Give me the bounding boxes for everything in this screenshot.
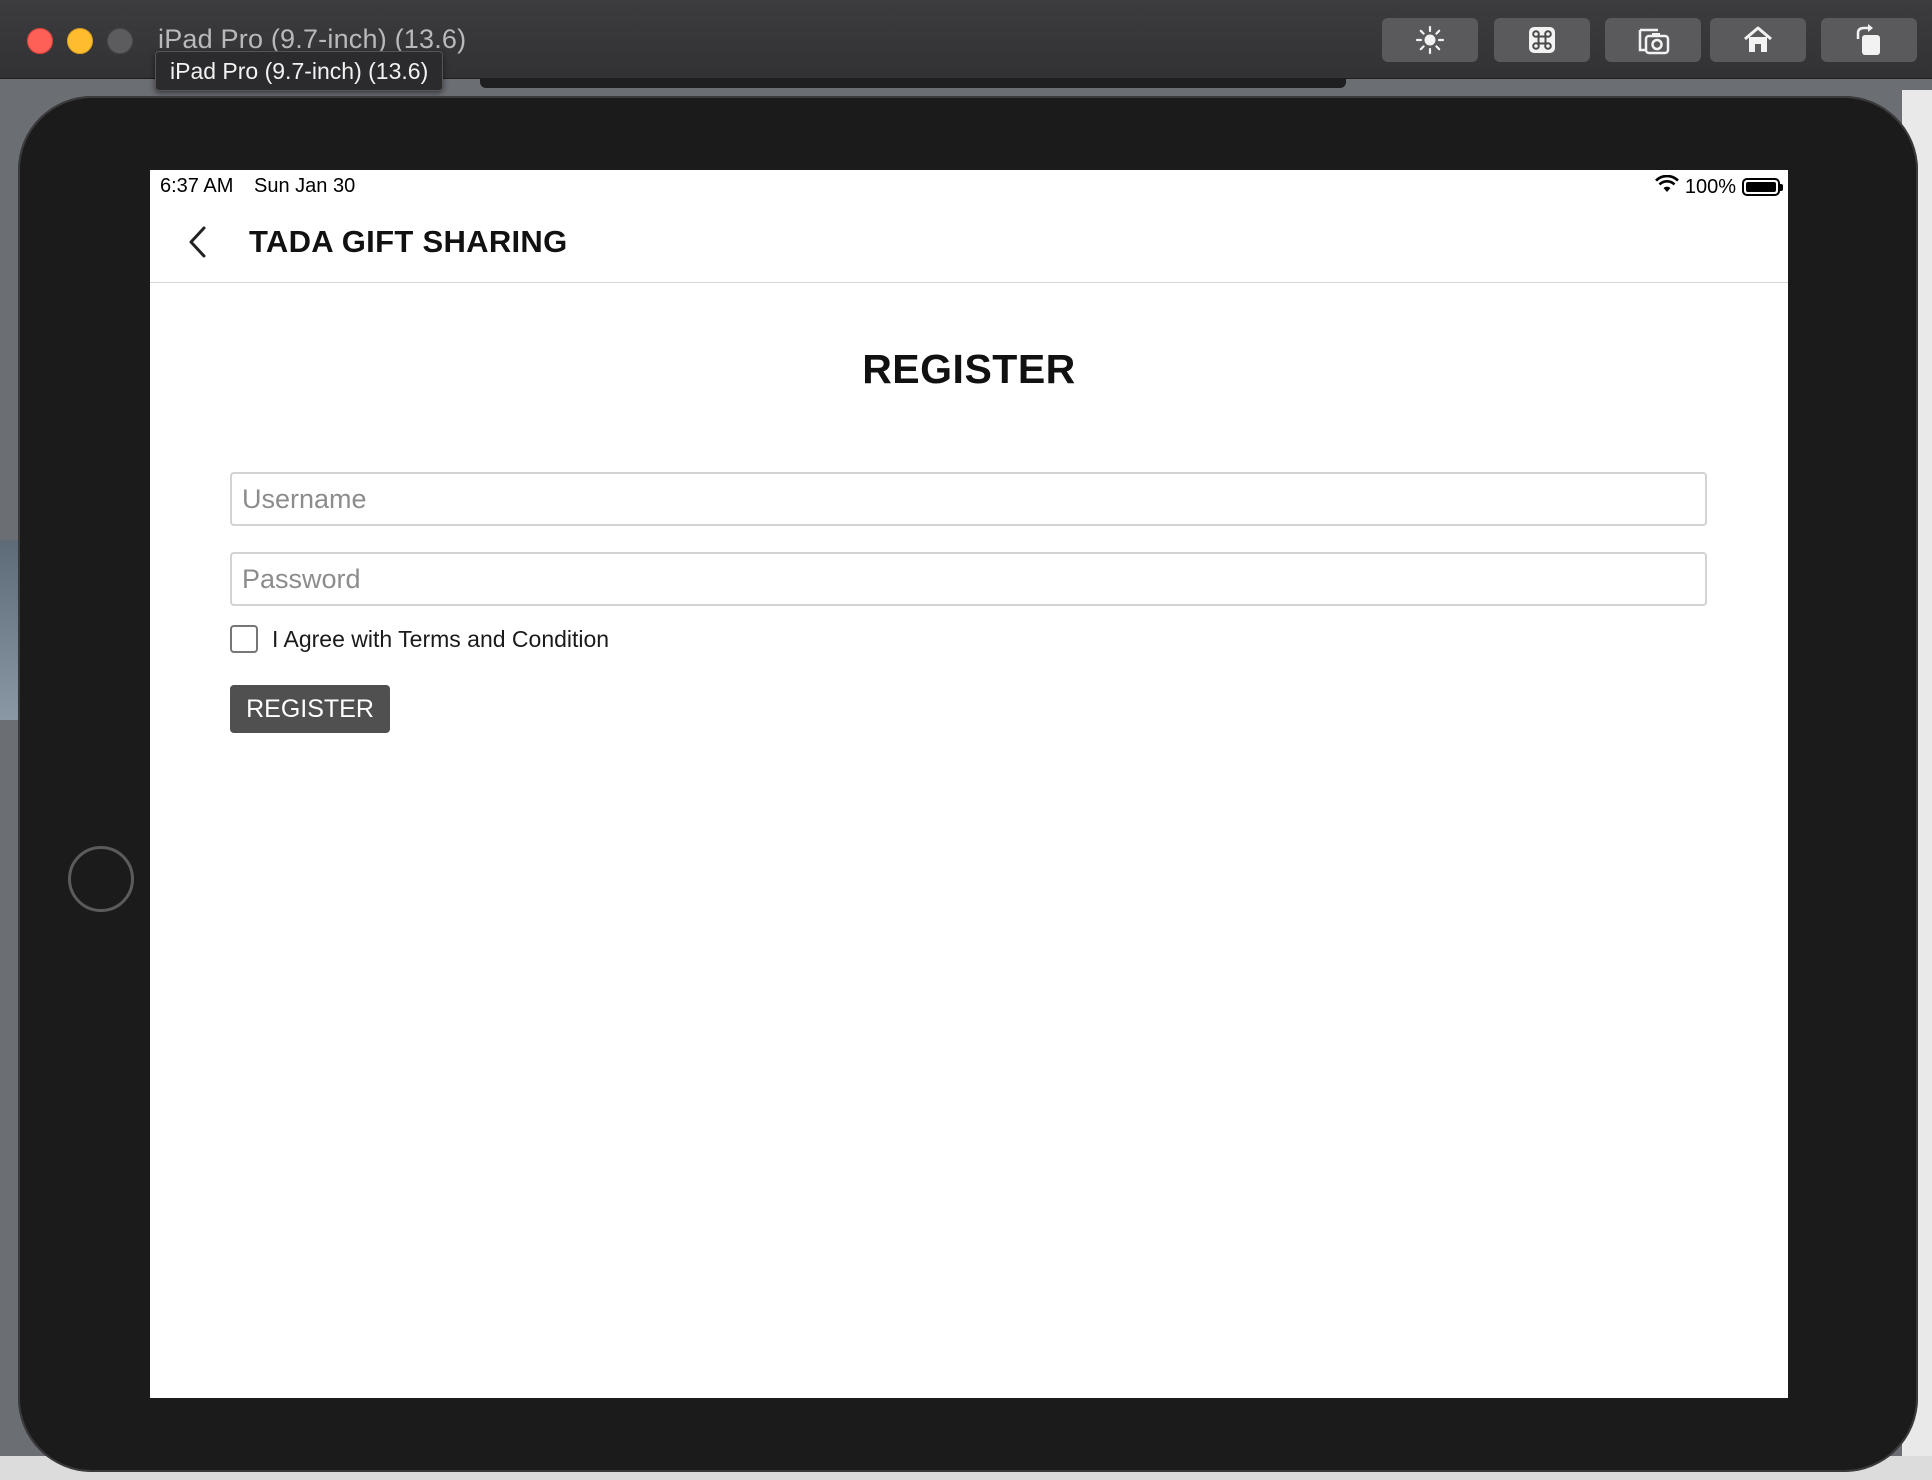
home-button[interactable] bbox=[1710, 18, 1806, 62]
brightness-icon bbox=[1415, 25, 1445, 55]
password-input[interactable] bbox=[230, 552, 1707, 606]
terms-checkbox[interactable] bbox=[230, 625, 258, 653]
brightness-button[interactable] bbox=[1382, 18, 1478, 62]
command-button[interactable] bbox=[1494, 18, 1590, 62]
battery-percent: 100% bbox=[1684, 175, 1736, 198]
battery-icon bbox=[1742, 178, 1783, 196]
rotate-button[interactable] bbox=[1821, 18, 1917, 62]
screenshot-button[interactable] bbox=[1605, 18, 1701, 62]
minimize-window-button[interactable] bbox=[67, 28, 93, 54]
status-bar: 6:37 AM Sun Jan 30 100% bbox=[150, 170, 1788, 202]
wifi-icon bbox=[1654, 174, 1679, 199]
register-button[interactable]: REGISTER bbox=[230, 685, 390, 733]
page-title: REGISTER bbox=[862, 346, 1076, 392]
command-icon bbox=[1527, 25, 1557, 55]
toolbar-underline bbox=[480, 78, 1346, 88]
window-title-tooltip: iPad Pro (9.7-inch) (13.6) bbox=[155, 51, 444, 91]
status-date: Sun Jan 30 bbox=[254, 175, 356, 197]
username-input[interactable] bbox=[230, 472, 1707, 526]
battery-level bbox=[1746, 182, 1776, 192]
zoom-window-button[interactable] bbox=[107, 28, 133, 54]
device-home-button[interactable] bbox=[68, 846, 134, 912]
app-screen: 6:37 AM Sun Jan 30 100% TADA GIFT SHARIN… bbox=[150, 170, 1788, 1398]
screenshot-icon bbox=[1636, 24, 1670, 56]
close-window-button[interactable] bbox=[27, 28, 53, 54]
home-icon bbox=[1742, 24, 1774, 56]
navigation-bar: TADA GIFT SHARING bbox=[150, 202, 1788, 283]
chevron-left-icon bbox=[187, 225, 209, 264]
status-indicators: 100% bbox=[1654, 174, 1783, 199]
back-button[interactable] bbox=[178, 224, 218, 264]
rotate-icon bbox=[1853, 23, 1885, 57]
terms-agreement-row[interactable]: I Agree with Terms and Condition bbox=[230, 625, 609, 653]
terms-label: I Agree with Terms and Condition bbox=[272, 625, 610, 652]
status-time: 6:37 AM bbox=[160, 175, 234, 197]
nav-title: TADA GIFT SHARING bbox=[249, 224, 568, 259]
